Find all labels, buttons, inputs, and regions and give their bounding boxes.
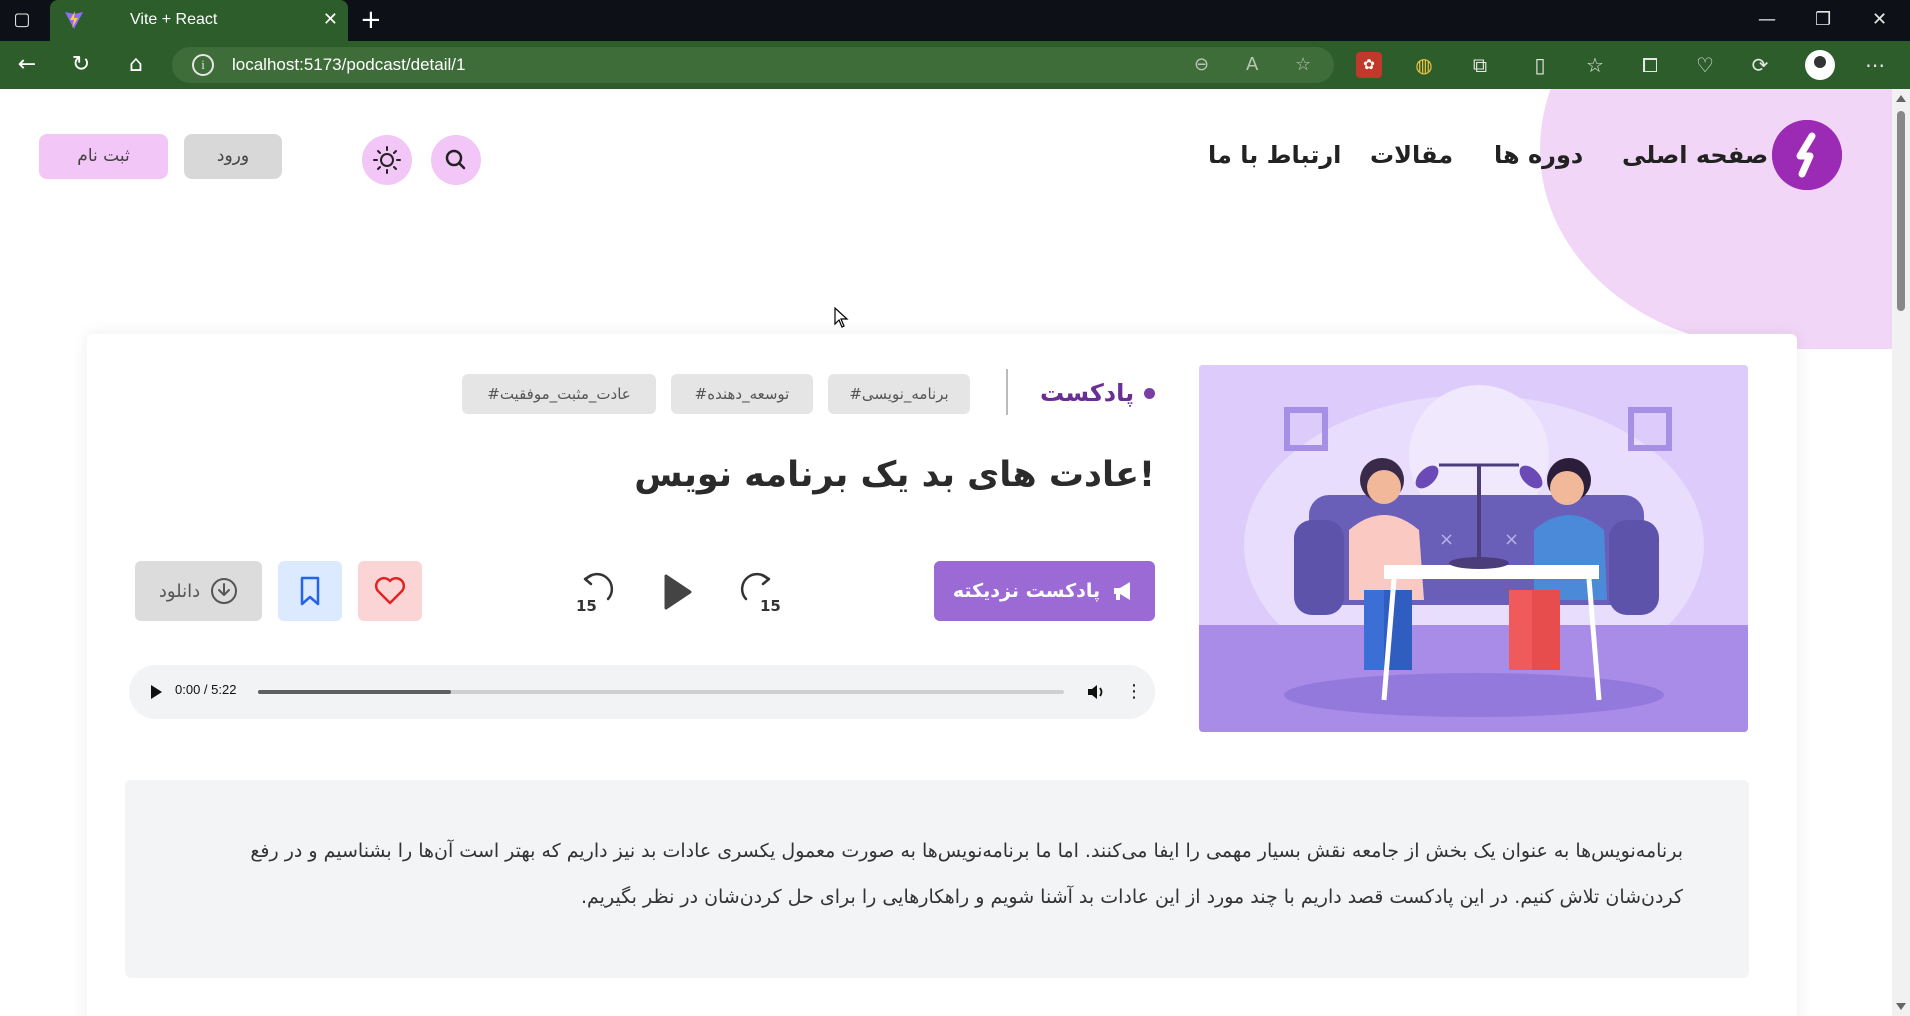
- url-field[interactable]: i localhost:5173/podcast/detail/1 ⊖ A ☆: [172, 47, 1334, 83]
- theme-toggle-button[interactable]: [362, 135, 412, 185]
- more-menu-icon[interactable]: ⋯: [1862, 52, 1888, 78]
- browser-tab[interactable]: Vite + React ✕: [50, 0, 348, 41]
- audio-play-icon[interactable]: [151, 685, 162, 699]
- bookmark-button[interactable]: [278, 561, 342, 621]
- audio-more-icon[interactable]: ⋮: [1125, 681, 1143, 703]
- copilot-icon[interactable]: ⟳: [1747, 52, 1773, 78]
- favorite-star-icon[interactable]: ☆: [1295, 53, 1311, 77]
- skip-forward-button[interactable]: 15: [732, 567, 782, 617]
- category-divider: [1006, 369, 1008, 415]
- audio-player[interactable]: 0:00 / 5:22 ⋮: [129, 665, 1155, 719]
- nav-courses[interactable]: دوره ها: [1494, 141, 1583, 169]
- signup-button[interactable]: ثبت نام: [39, 134, 168, 179]
- heart-icon: [374, 576, 406, 605]
- extension-red-icon[interactable]: ✿: [1356, 52, 1382, 78]
- page-scrollbar[interactable]: [1892, 89, 1910, 1016]
- download-icon: [211, 578, 238, 604]
- play-button[interactable]: [651, 567, 701, 617]
- logo-icon: [1772, 120, 1842, 190]
- site-logo[interactable]: [1772, 120, 1842, 190]
- category-dot-icon: [1144, 387, 1156, 399]
- volume-icon[interactable]: [1085, 681, 1107, 703]
- close-window-icon[interactable]: ✕: [1872, 6, 1887, 34]
- new-tab-icon[interactable]: +: [360, 6, 382, 34]
- mouse-cursor-icon: [834, 307, 849, 328]
- podcast-category: پادکست: [1040, 379, 1156, 407]
- description-box: برنامه‌نویس‌ها به عنوان یک بخش از جامعه …: [125, 780, 1749, 978]
- minimize-icon[interactable]: —: [1758, 6, 1776, 34]
- favorites-icon[interactable]: ☆: [1582, 52, 1608, 78]
- skip-back-icon: 15: [576, 572, 614, 615]
- skip-back-button[interactable]: 15: [572, 567, 622, 617]
- profile-avatar[interactable]: [1805, 50, 1835, 80]
- audio-progress-fill: [258, 690, 452, 694]
- performance-icon[interactable]: ♡: [1692, 52, 1718, 78]
- scroll-up-icon[interactable]: [1896, 95, 1906, 102]
- site-info-icon[interactable]: i: [192, 54, 214, 76]
- tag-chip[interactable]: #عادت_مثبت_موفقیت: [462, 374, 656, 414]
- play-icon: [664, 574, 692, 610]
- audio-time: 0:00 / 5:22: [175, 682, 237, 697]
- nav-home[interactable]: صفحه اصلی: [1622, 141, 1768, 169]
- refresh-icon[interactable]: ↻: [66, 50, 96, 80]
- nav-articles[interactable]: مقالات: [1370, 141, 1453, 169]
- address-bar: ← ↻ ⌂ i localhost:5173/podcast/detail/1 …: [0, 41, 1910, 89]
- home-icon[interactable]: ⌂: [121, 50, 151, 80]
- extensions-icon[interactable]: ⧉: [1467, 52, 1493, 78]
- split-screen-icon[interactable]: ▯: [1527, 52, 1553, 78]
- download-label: دانلود: [158, 580, 201, 602]
- podcast-title: عادت های بد یک برنامه نویس!: [634, 455, 1155, 495]
- tag-chip[interactable]: #برنامه_نویسی: [828, 374, 970, 414]
- tab-title: Vite + React: [130, 11, 218, 28]
- search-icon: [445, 149, 466, 170]
- tab-close-icon[interactable]: ✕: [323, 9, 338, 31]
- sun-icon: [373, 146, 401, 174]
- page-viewport: صفحه اصلی دوره ها مقالات ارتباط با ما ور…: [0, 89, 1892, 1016]
- svg-text:×: ×: [1504, 529, 1519, 550]
- skip-forward-icon: 15: [740, 572, 781, 615]
- zoom-icon[interactable]: ⊖: [1194, 53, 1209, 77]
- url-text[interactable]: localhost:5173/podcast/detail/1: [232, 55, 465, 75]
- category-label: پادکست: [1040, 379, 1135, 407]
- tab-actions-icon[interactable]: ▢: [10, 8, 34, 32]
- audio-progress-track[interactable]: [258, 690, 1064, 694]
- collections-icon[interactable]: ⧠: [1637, 52, 1663, 78]
- like-button[interactable]: [358, 561, 422, 621]
- back-icon[interactable]: ←: [12, 50, 42, 80]
- skip-forward-label: 15: [760, 597, 781, 615]
- podcast-description: برنامه‌نویس‌ها به عنوان یک بخش از جامعه …: [250, 840, 1683, 908]
- svg-text:×: ×: [1439, 529, 1454, 550]
- scroll-down-icon[interactable]: [1896, 1003, 1906, 1010]
- skip-back-label: 15: [576, 597, 597, 615]
- search-button[interactable]: [431, 135, 481, 185]
- vite-favicon-icon: [65, 11, 83, 29]
- browser-tabbar: ▢ Vite + React ✕ + — ❐ ✕: [0, 0, 1910, 41]
- download-button[interactable]: دانلود: [135, 561, 262, 621]
- extension-globe-icon[interactable]: ◍: [1411, 52, 1437, 78]
- related-podcast-button[interactable]: پادکست نزدیکته: [934, 561, 1155, 621]
- nav-contact[interactable]: ارتباط با ما: [1208, 141, 1341, 169]
- restore-icon[interactable]: ❐: [1815, 6, 1831, 34]
- scroll-thumb[interactable]: [1897, 111, 1905, 311]
- tag-chip[interactable]: #توسعه_دهنده: [671, 374, 813, 414]
- read-aloud-icon[interactable]: A: [1246, 53, 1258, 77]
- related-podcast-label: پادکست نزدیکته: [952, 580, 1101, 602]
- podcast-cover-image: × ×: [1199, 365, 1748, 732]
- bookmark-icon: [300, 576, 320, 606]
- megaphone-icon: [1114, 582, 1131, 600]
- login-button[interactable]: ورود: [184, 134, 282, 179]
